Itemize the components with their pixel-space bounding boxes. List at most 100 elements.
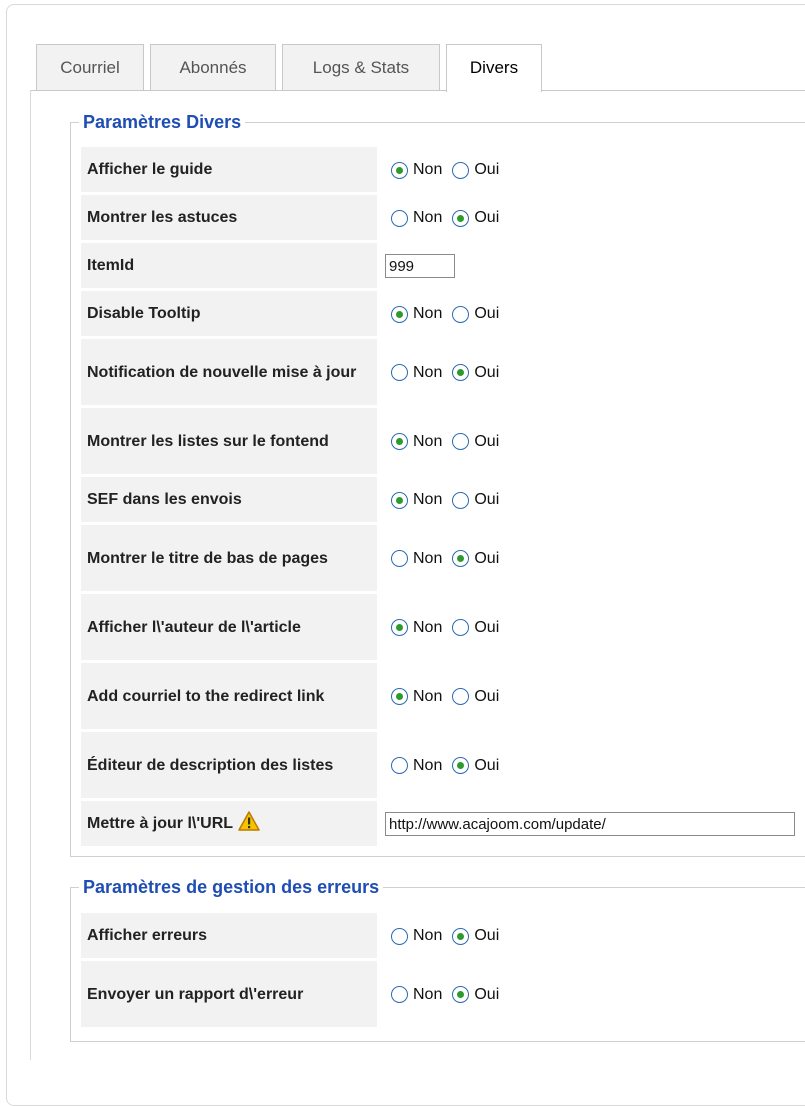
radio-option-non[interactable]: Non — [391, 619, 442, 637]
setting-label-text: Mettre à jour l\'URL — [87, 815, 234, 832]
setting-row-afficher-le-guide: Afficher le guide Non Oui — [81, 147, 805, 193]
radio-label: Oui — [474, 687, 500, 705]
setting-label: Afficher erreurs — [81, 913, 377, 959]
radio-button[interactable] — [452, 986, 470, 1003]
errors-fieldset: Paramètres de gestion des erreurs Affich… — [70, 876, 805, 1042]
setting-label-text: SEF dans les envois — [87, 491, 242, 508]
radio-button[interactable] — [452, 619, 470, 636]
radio-button[interactable] — [452, 491, 470, 509]
radio-button[interactable] — [391, 550, 408, 567]
radio-option-oui[interactable]: Oui — [452, 364, 499, 382]
tab-divers[interactable]: Divers — [446, 44, 542, 92]
radio-option-non[interactable]: Non — [391, 688, 442, 706]
setting-row-editeur-de-description-des-listes: Éditeur de description des listes Non Oui — [81, 732, 805, 799]
setting-row-sef-dans-les-envois: SEF dans les envois Non Oui — [81, 477, 805, 523]
setting-label-text: Montrer le titre de bas de pages — [87, 549, 328, 567]
setting-label-text: Afficher l\'auteur de l\'article — [87, 618, 301, 636]
radio-option-non[interactable]: Non — [391, 161, 442, 179]
radio-option-oui[interactable]: Oui — [452, 688, 499, 706]
radio-button[interactable] — [391, 986, 408, 1003]
radio-button[interactable] — [452, 209, 470, 227]
radio-label: Non — [413, 209, 443, 226]
setting-row-itemid: ItemId — [81, 243, 805, 289]
radio-button[interactable] — [391, 305, 408, 323]
radio-button[interactable] — [452, 433, 470, 450]
radio-option-oui[interactable]: Oui — [452, 161, 499, 179]
text-input-mettre-a-jour-l-url[interactable] — [385, 812, 795, 836]
setting-label-text: Envoyer un rapport d\'erreur — [87, 985, 304, 1003]
radio-option-oui[interactable]: Oui — [452, 305, 499, 323]
tab-abonnes[interactable]: Abonnés — [150, 44, 276, 90]
radio-option-non[interactable]: Non — [391, 433, 442, 451]
setting-label: Éditeur de description des listes — [81, 732, 377, 799]
radio-button[interactable] — [391, 433, 408, 450]
tab-courriel[interactable]: Courriel — [36, 44, 144, 90]
radio-option-oui[interactable]: Oui — [452, 491, 499, 509]
radio-option-oui[interactable]: Oui — [452, 550, 499, 568]
setting-value: Non Oui — [381, 291, 805, 337]
text-input-itemid[interactable] — [385, 254, 455, 278]
radio-button[interactable] — [391, 209, 408, 227]
setting-label: ItemId — [81, 243, 377, 289]
setting-label: Add courriel to the redirect link — [81, 663, 377, 730]
setting-value: Non Oui — [381, 913, 805, 959]
radio-button[interactable] — [391, 491, 408, 509]
radio-option-oui[interactable]: Oui — [452, 619, 499, 637]
setting-value: Non Oui — [381, 663, 805, 730]
setting-value: Non Oui — [381, 339, 805, 406]
radio-button[interactable] — [452, 688, 470, 705]
setting-row-montrer-les-astuces: Montrer les astuces Non Oui — [81, 195, 805, 241]
radio-button[interactable] — [391, 688, 408, 705]
radio-option-oui[interactable]: Oui — [452, 433, 499, 451]
radio-option-oui[interactable]: Oui — [452, 986, 499, 1004]
setting-value: Non Oui — [381, 961, 805, 1028]
setting-value: Non Oui — [381, 147, 805, 193]
setting-label-text: Notification de nouvelle mise à jour — [87, 363, 357, 381]
setting-value: Non Oui — [381, 195, 805, 241]
radio-option-oui[interactable]: Oui — [452, 757, 499, 775]
radio-button[interactable] — [452, 757, 470, 774]
radio-label: Oui — [474, 756, 500, 774]
radio-label: Non — [413, 161, 443, 178]
radio-button[interactable] — [452, 364, 470, 381]
radio-button[interactable] — [452, 161, 470, 179]
radio-button[interactable] — [391, 364, 408, 381]
setting-label: Notification de nouvelle mise à jour — [81, 339, 377, 406]
radio-label: Oui — [474, 305, 500, 322]
radio-option-oui[interactable]: Oui — [452, 209, 499, 227]
setting-label: Mettre à jour l\'URL — [81, 801, 377, 847]
radio-option-non[interactable]: Non — [391, 364, 442, 382]
setting-value — [381, 801, 805, 847]
radio-option-non[interactable]: Non — [391, 986, 442, 1004]
setting-value: Non Oui — [381, 525, 805, 592]
setting-value: Non Oui — [381, 408, 805, 475]
divers-legend: Paramètres Divers — [79, 111, 246, 133]
radio-button[interactable] — [452, 927, 470, 945]
radio-button[interactable] — [452, 550, 470, 567]
radio-button[interactable] — [452, 305, 470, 323]
setting-row-montrer-les-listes-sur-le-fontend: Montrer les listes sur le fontend Non Oui — [81, 408, 805, 475]
radio-button[interactable] — [391, 619, 408, 636]
radio-button[interactable] — [391, 927, 408, 945]
setting-label-text: Éditeur de description des listes — [87, 756, 334, 774]
radio-option-non[interactable]: Non — [391, 927, 442, 945]
radio-button[interactable] — [391, 161, 408, 179]
radio-label: Non — [413, 549, 443, 567]
radio-label: Non — [413, 985, 443, 1003]
setting-label: Montrer les astuces — [81, 195, 377, 241]
tab-logs-stats[interactable]: Logs & Stats — [282, 44, 440, 90]
radio-option-non[interactable]: Non — [391, 757, 442, 775]
radio-label: Oui — [474, 209, 500, 226]
radio-option-oui[interactable]: Oui — [452, 927, 499, 945]
setting-label-text: Afficher le guide — [87, 161, 213, 178]
radio-option-non[interactable]: Non — [391, 491, 442, 509]
radio-option-non[interactable]: Non — [391, 550, 442, 568]
radio-option-non[interactable]: Non — [391, 305, 442, 323]
radio-button[interactable] — [391, 757, 408, 774]
radio-label: Non — [413, 363, 443, 381]
setting-value: Non Oui — [381, 477, 805, 523]
setting-row-envoyer-un-rapport-d-erreur: Envoyer un rapport d\'erreur Non Oui — [81, 961, 805, 1028]
warning-icon — [238, 810, 260, 837]
setting-label: Disable Tooltip — [81, 291, 377, 337]
radio-option-non[interactable]: Non — [391, 209, 442, 227]
